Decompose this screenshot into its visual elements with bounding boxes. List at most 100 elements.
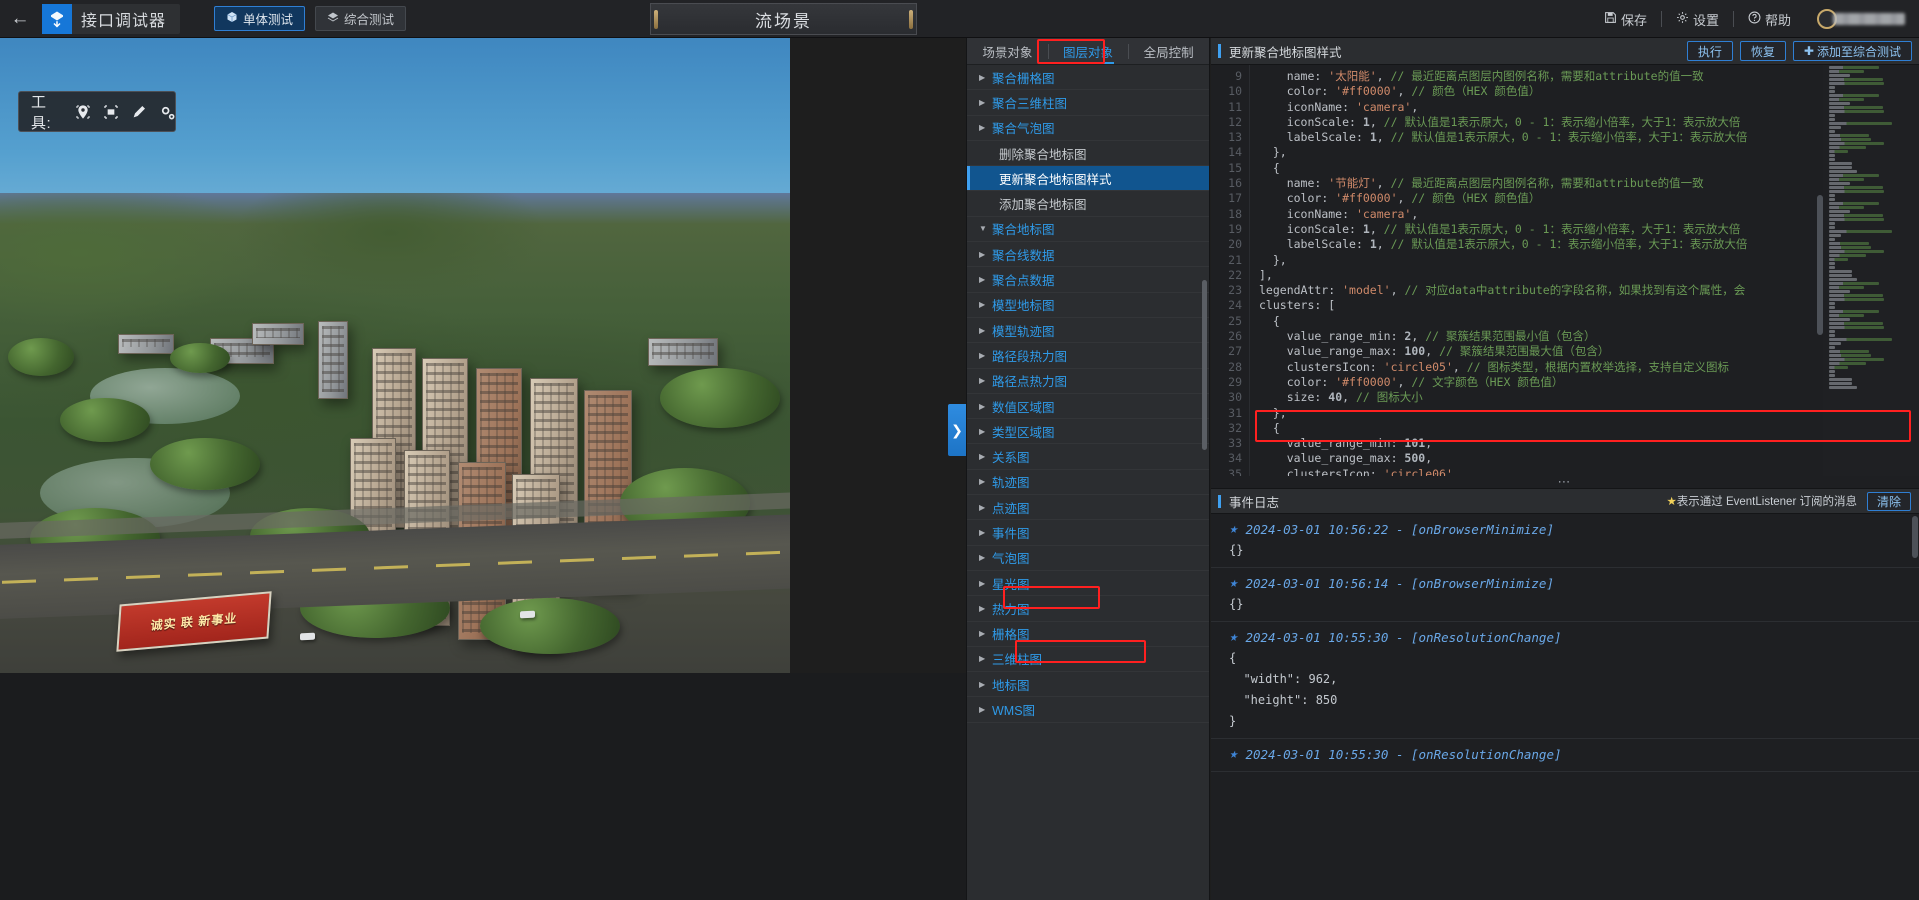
tree-item-6[interactable]: ▶ 气泡图: [967, 546, 1209, 571]
scene-3d-viewport[interactable]: 诚实 联 新事业 工具:: [0, 38, 790, 673]
chevron-right-icon[interactable]: ▶: [979, 376, 992, 385]
clear-log-button[interactable]: 清除: [1866, 491, 1911, 511]
chevron-right-icon[interactable]: ▶: [979, 503, 992, 512]
tree-item-10[interactable]: ▶ 关系图: [967, 444, 1209, 470]
tree-item-23[interactable]: ▶ 聚合气泡图: [967, 116, 1209, 141]
chevron-right-icon[interactable]: ▶: [979, 326, 992, 335]
event-log-entry[interactable]: ★ 2024-03-01 10:56:14 - [onBrowserMinimiz…: [1211, 568, 1919, 622]
tree-item-7[interactable]: ▶ 事件图: [967, 520, 1209, 546]
frame-select-icon[interactable]: [103, 103, 120, 121]
restore-button[interactable]: 恢复: [1739, 41, 1786, 61]
line-number: 14: [1228, 145, 1242, 160]
chevron-right-icon[interactable]: ▶: [979, 98, 992, 107]
code-line[interactable]: color: '#ff0000', // 文字颜色（HEX 颜色值）: [1250, 375, 1919, 390]
chevron-right-icon[interactable]: ▶: [979, 477, 992, 486]
chevron-right-icon[interactable]: ▶: [979, 427, 992, 436]
settings-button[interactable]: 设置: [1662, 10, 1733, 29]
event-entry-list[interactable]: ★ 2024-03-01 10:56:22 - [onBrowserMinimiz…: [1211, 514, 1919, 900]
chevron-right-icon[interactable]: ▶: [979, 680, 992, 689]
tree-item-12[interactable]: ▶ 数值区域图: [967, 394, 1209, 420]
tree-item-11[interactable]: ▶ 类型区域图: [967, 419, 1209, 445]
event-log-entry[interactable]: ★ 2024-03-01 10:56:22 - [onBrowserMinimiz…: [1211, 514, 1919, 568]
mode-button-single[interactable]: 单体测试: [214, 6, 306, 31]
code-line[interactable]: color: '#ff0000', // 颜色（HEX 颜色值）: [1250, 84, 1919, 99]
execute-button[interactable]: 执行: [1686, 41, 1733, 61]
tree-item-25[interactable]: ▶ 聚合栅格图: [967, 65, 1209, 91]
code-line[interactable]: },: [1250, 145, 1919, 160]
chevron-right-icon[interactable]: ▶: [979, 452, 992, 461]
code-minimap[interactable]: [1823, 65, 1919, 488]
chevron-right-icon[interactable]: ▶: [979, 705, 992, 714]
code-line[interactable]: iconName: 'camera',: [1250, 100, 1919, 115]
code-line[interactable]: {: [1250, 161, 1919, 176]
tree-item-label: 点迹图: [992, 501, 1030, 516]
tree-item-3[interactable]: ▶ 栅格图: [967, 622, 1209, 647]
chevron-right-icon[interactable]: ▶: [979, 604, 992, 613]
code-line[interactable]: name: '太阳能', // 最近距离点图层内图例名称，需要和attribut…: [1250, 69, 1919, 84]
user-account[interactable]: [1805, 9, 1911, 29]
code-line[interactable]: value_range_min: 101,: [1250, 436, 1919, 451]
settings-gear-icon[interactable]: [158, 103, 175, 121]
tree-scrollbar[interactable]: [1202, 280, 1207, 450]
tree-item-1[interactable]: ▶ 地标图: [967, 672, 1209, 698]
tree-item-13[interactable]: ▶ 路径点热力图: [967, 369, 1209, 394]
chevron-right-icon[interactable]: ▶: [979, 351, 992, 360]
event-log-entry[interactable]: ★ 2024-03-01 10:55:30 - [onResolutionChan…: [1211, 622, 1919, 739]
tab-global-control[interactable]: 全局控制: [1128, 38, 1209, 64]
tree-item-14[interactable]: ▶ 路径段热力图: [967, 343, 1209, 369]
code-line[interactable]: labelScale: 1, // 默认值是1表示原大，0 - 1：表示缩小倍率…: [1250, 130, 1919, 145]
event-log-scrollbar[interactable]: [1912, 516, 1918, 558]
panel-resize-handle[interactable]: ⋯: [1211, 474, 1919, 489]
tree-item-16[interactable]: ▶ 模型地标图: [967, 293, 1209, 318]
chevron-right-icon[interactable]: ▶: [979, 300, 992, 309]
panel-collapse-toggle[interactable]: ❯: [948, 404, 966, 456]
code-line[interactable]: },: [1250, 406, 1919, 421]
tree-item-20[interactable]: 添加聚合地标图: [967, 191, 1209, 217]
code-body[interactable]: 9 10 11 12 13 14 15 16 17 18 19 20 21 22 23 24 25 26 27 28 2…: [1211, 65, 1919, 488]
tree-item-15[interactable]: ▶ 模型轨迹图: [967, 318, 1209, 344]
mode-button-combined-label: 综合测试: [344, 13, 395, 27]
code-line[interactable]: name: '节能灯', // 最近距离点图层内图例名称，需要和attribut…: [1250, 176, 1919, 191]
tree-item-17[interactable]: ▶ 聚合点数据: [967, 267, 1209, 293]
help-button[interactable]: 帮助: [1734, 10, 1805, 29]
tree-item-22[interactable]: 删除聚合地标图: [967, 141, 1209, 167]
tab-layer-objects[interactable]: 图层对象: [1047, 38, 1129, 64]
code-line[interactable]: value_range_max: 500,: [1250, 451, 1919, 466]
tree-item-19[interactable]: ▼ 聚合地标图: [967, 217, 1209, 243]
code-line[interactable]: clustersIcon: 'circle05', // 图标类型，根据内置枚举…: [1250, 360, 1919, 375]
save-button[interactable]: 保存: [1590, 10, 1661, 29]
chevron-right-icon[interactable]: ▶: [979, 402, 992, 411]
tree-item-4[interactable]: ▶ 热力图: [967, 596, 1209, 622]
mode-button-combined[interactable]: 综合测试: [315, 6, 407, 31]
tree-item-list[interactable]: ▶ 聚合栅格图 ▶ 聚合三维柱图 ▶ 聚合气泡图 删除聚合地标图 更新聚合地标图样式 添加聚合地…: [967, 65, 1209, 900]
tree-item-18[interactable]: ▶ 聚合线数据: [967, 242, 1209, 268]
tree-item-2[interactable]: ▶ 三维柱图: [967, 647, 1209, 673]
chevron-right-icon[interactable]: ▶: [979, 654, 992, 663]
chevron-right-icon[interactable]: ▶: [979, 275, 992, 284]
event-log-entry[interactable]: ★ 2024-03-01 10:55:30 - [onResolutionChan…: [1211, 739, 1919, 772]
chevron-right-icon[interactable]: ▶: [979, 553, 992, 562]
tree-item-21[interactable]: 更新聚合地标图样式: [967, 166, 1209, 192]
back-arrow-icon[interactable]: ←: [0, 0, 40, 38]
tab-scene-objects[interactable]: 场景对象: [967, 38, 1048, 64]
tree-item-5[interactable]: ▶ 星光图: [967, 571, 1209, 597]
tree-item-0[interactable]: ▶ WMS图: [967, 697, 1209, 723]
tree-item-24[interactable]: ▶ 聚合三维柱图: [967, 90, 1209, 116]
chevron-right-icon[interactable]: ▶: [979, 579, 992, 588]
chevron-right-icon[interactable]: ▶: [979, 629, 992, 638]
tree-item-8[interactable]: ▶ 点迹图: [967, 495, 1209, 521]
code-line[interactable]: iconScale: 1, // 默认值是1表示原大，0 - 1：表示缩小倍率，…: [1250, 115, 1919, 130]
code-line[interactable]: size: 40, // 图标大小: [1250, 390, 1919, 405]
pencil-edit-icon[interactable]: [131, 103, 148, 121]
add-to-combined-test-button[interactable]: ✚ 添加至综合测试: [1792, 41, 1912, 61]
chevron-right-icon[interactable]: ▶: [979, 528, 992, 537]
chevron-right-icon[interactable]: ▶: [979, 250, 992, 259]
code-line[interactable]: {: [1250, 421, 1919, 436]
pin-locate-icon[interactable]: [75, 103, 92, 121]
chevron-right-icon[interactable]: ▶: [979, 123, 992, 132]
line-number: 29: [1228, 374, 1242, 389]
chevron-down-icon[interactable]: ▼: [979, 224, 992, 233]
code-line[interactable]: value_range_max: 100, // 聚簇结果范围最大值（包含）: [1250, 344, 1919, 359]
chevron-right-icon[interactable]: ▶: [979, 73, 992, 82]
tree-item-9[interactable]: ▶ 轨迹图: [967, 470, 1209, 496]
